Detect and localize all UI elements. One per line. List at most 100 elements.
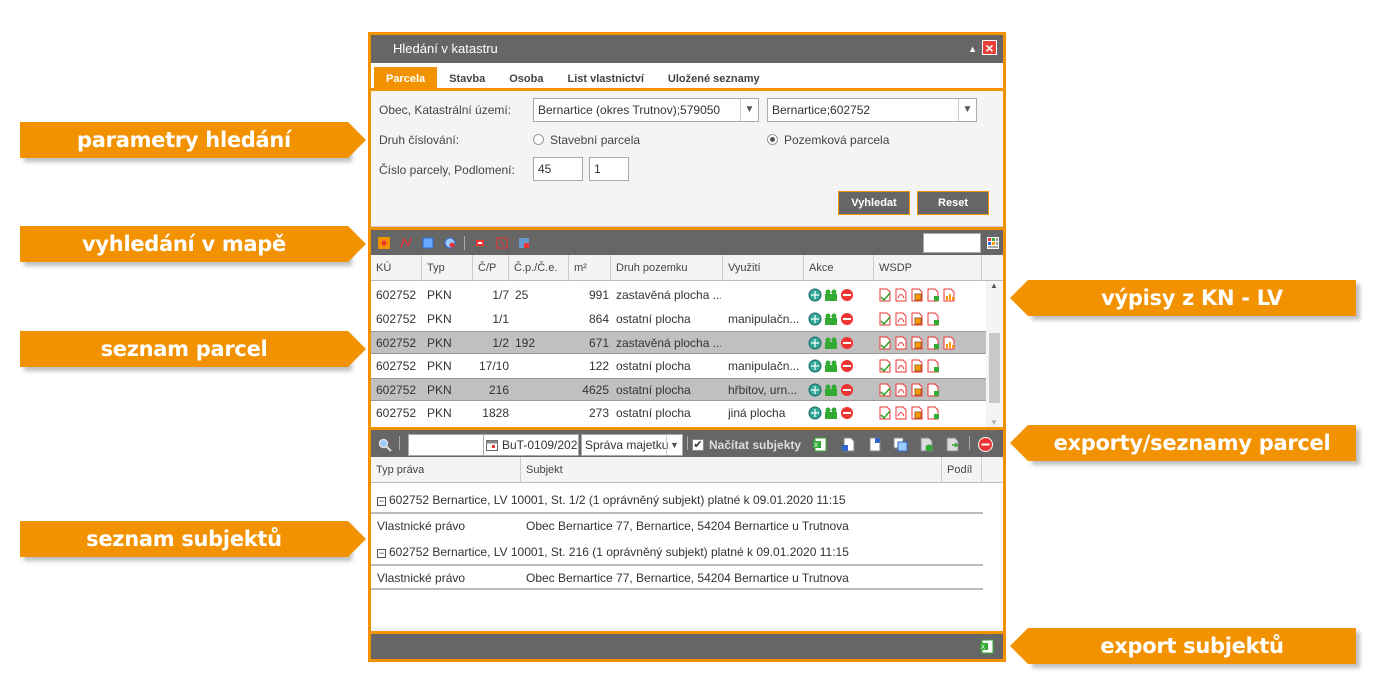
lv-pdf-verified-icon[interactable]	[878, 336, 892, 350]
reset-button[interactable]: Reset	[917, 191, 989, 215]
lv-pdf-graphic-icon[interactable]	[926, 383, 940, 397]
table-row[interactable]: 602752 PKN 1/1 864 ostatní plocha manipulačn.…	[371, 308, 986, 331]
point-select-icon[interactable]	[378, 237, 390, 249]
clear-selection-icon[interactable]	[518, 237, 530, 249]
tab-ulozene-seznamy[interactable]: Uložené seznamy	[656, 67, 772, 91]
subject-group[interactable]: −602752 Bernartice, LV 10001, St. 1/2 (1…	[377, 488, 846, 512]
table-row[interactable]: 602752 PKN 216 4625 ostatní plocha hřbitov, u…	[371, 378, 986, 401]
lv-chart-icon[interactable]	[942, 336, 956, 350]
lv-pdf-graphic-icon[interactable]	[926, 406, 940, 420]
polygon-select-icon[interactable]	[422, 237, 434, 249]
col-wsdp[interactable]: WSDP	[874, 255, 982, 281]
ku-select[interactable]: Bernartice;602752 ▼	[767, 98, 977, 122]
remove-selection-icon[interactable]	[496, 237, 508, 249]
col-cp[interactable]: Č/P	[473, 255, 509, 281]
lv-table-icon[interactable]	[910, 312, 924, 326]
lv-table-icon[interactable]	[910, 336, 924, 350]
lv-table-icon[interactable]	[910, 406, 924, 420]
remove-icon[interactable]	[840, 288, 854, 302]
excel-export-subjects-icon[interactable]: X	[980, 639, 995, 654]
subject-group[interactable]: −602752 Bernartice, LV 10001, St. 216 (1…	[377, 540, 849, 564]
col-druh[interactable]: Druh pozemku	[611, 255, 723, 281]
share-icon[interactable]	[824, 406, 838, 420]
add-selection-icon[interactable]	[474, 237, 486, 249]
lv-chart-icon[interactable]	[942, 288, 956, 302]
map-locate-icon[interactable]	[808, 383, 822, 397]
lv-pdf-icon[interactable]	[894, 359, 908, 373]
lv-input[interactable]: BuT-0109/2020	[483, 434, 579, 456]
lv-pdf-graphic-icon[interactable]	[926, 359, 940, 373]
collapse-box-icon[interactable]: −	[377, 549, 386, 558]
scroll-down-icon[interactable]: ▼	[990, 418, 998, 427]
window-titlebar[interactable]: Hledání v katastru ▲ ×	[371, 35, 1003, 63]
radio-pozemkova-parcela[interactable]: Pozemková parcela	[767, 133, 889, 147]
subject-row[interactable]: Vlastnické právo Obec Bernartice 77, Ber…	[371, 512, 983, 536]
table-row[interactable]: 602752 PKN 17/10 122 ostatní plocha manipulač…	[371, 355, 986, 378]
lv-table-icon[interactable]	[910, 288, 924, 302]
lv-pdf-verified-icon[interactable]	[878, 288, 892, 302]
scroll-thumb[interactable]	[989, 333, 1000, 403]
lv-pdf-verified-icon[interactable]	[878, 406, 892, 420]
lv-pdf-graphic-icon[interactable]	[926, 288, 940, 302]
copy-list-icon[interactable]	[893, 437, 908, 452]
buffer-select-icon[interactable]	[444, 237, 456, 249]
lv-pdf-graphic-icon[interactable]	[926, 336, 940, 350]
tab-osoba[interactable]: Osoba	[497, 67, 555, 91]
lv-table-icon[interactable]	[910, 359, 924, 373]
tab-parcela[interactable]: Parcela	[374, 67, 438, 91]
collapse-box-icon[interactable]: −	[377, 497, 386, 506]
load-list-icon[interactable]	[867, 437, 882, 452]
col-m2[interactable]: m²	[569, 255, 611, 281]
podlomeni-input[interactable]: 1	[589, 157, 629, 181]
obec-select[interactable]: Bernartice (okres Trutnov);579050 ▼	[533, 98, 759, 122]
map-locate-icon[interactable]	[808, 406, 822, 420]
lv-pdf-icon[interactable]	[894, 288, 908, 302]
remove-icon[interactable]	[840, 336, 854, 350]
sprava-select[interactable]: Správa majetku ▼	[581, 434, 683, 456]
lv-pdf-graphic-icon[interactable]	[926, 312, 940, 326]
col-cpce[interactable]: Č.p./Č.e.	[509, 255, 569, 281]
map-locate-icon[interactable]	[808, 288, 822, 302]
share-icon[interactable]	[824, 336, 838, 350]
grid-scrollbar[interactable]: ▲ ▼	[986, 281, 1003, 427]
table-row[interactable]: 602752 PKN 1/2 192 671 zastavěná plocha ...	[371, 331, 986, 354]
share-icon[interactable]	[824, 359, 838, 373]
col-akce[interactable]: Akce	[804, 255, 874, 281]
subject-row[interactable]: Vlastnické právo Obec Bernartice 77, Ber…	[371, 564, 983, 588]
remove-icon[interactable]	[840, 406, 854, 420]
export-list-icon[interactable]	[945, 437, 960, 452]
lv-pdf-verified-icon[interactable]	[878, 383, 892, 397]
search-button[interactable]: Vyhledat	[838, 191, 910, 215]
col-podil[interactable]: Podíl	[942, 457, 982, 483]
lv-pdf-icon[interactable]	[894, 406, 908, 420]
tab-stavba[interactable]: Stavba	[437, 67, 497, 91]
col-typ-prava[interactable]: Typ práva	[371, 457, 521, 483]
tab-list-vlastnictvi[interactable]: List vlastnictví	[555, 67, 655, 91]
layers-grid-icon[interactable]	[987, 237, 999, 249]
search-icon[interactable]	[378, 438, 392, 452]
lv-pdf-icon[interactable]	[894, 312, 908, 326]
map-locate-icon[interactable]	[808, 359, 822, 373]
close-icon[interactable]: ×	[982, 40, 997, 55]
save-list-icon[interactable]	[841, 437, 856, 452]
share-icon[interactable]	[824, 312, 838, 326]
col-ku[interactable]: KÚ	[371, 255, 422, 281]
map-locate-icon[interactable]	[808, 336, 822, 350]
share-icon[interactable]	[824, 288, 838, 302]
map-locate-icon[interactable]	[808, 312, 822, 326]
radio-stavebni-parcela[interactable]: Stavební parcela	[533, 133, 640, 147]
calendar-icon[interactable]	[486, 439, 498, 451]
excel-export-icon[interactable]: X	[813, 437, 828, 452]
scroll-up-icon[interactable]: ▲	[990, 281, 998, 290]
lv-table-icon[interactable]	[910, 383, 924, 397]
add-to-list-icon[interactable]	[919, 437, 934, 452]
lv-pdf-icon[interactable]	[894, 383, 908, 397]
clear-list-icon[interactable]	[978, 437, 993, 452]
share-icon[interactable]	[824, 383, 838, 397]
remove-icon[interactable]	[840, 359, 854, 373]
cislo-parcely-input[interactable]: 45	[533, 157, 583, 181]
collapse-icon[interactable]: ▲	[968, 35, 977, 63]
remove-icon[interactable]	[840, 312, 854, 326]
remove-icon[interactable]	[840, 383, 854, 397]
line-select-icon[interactable]	[400, 237, 412, 249]
